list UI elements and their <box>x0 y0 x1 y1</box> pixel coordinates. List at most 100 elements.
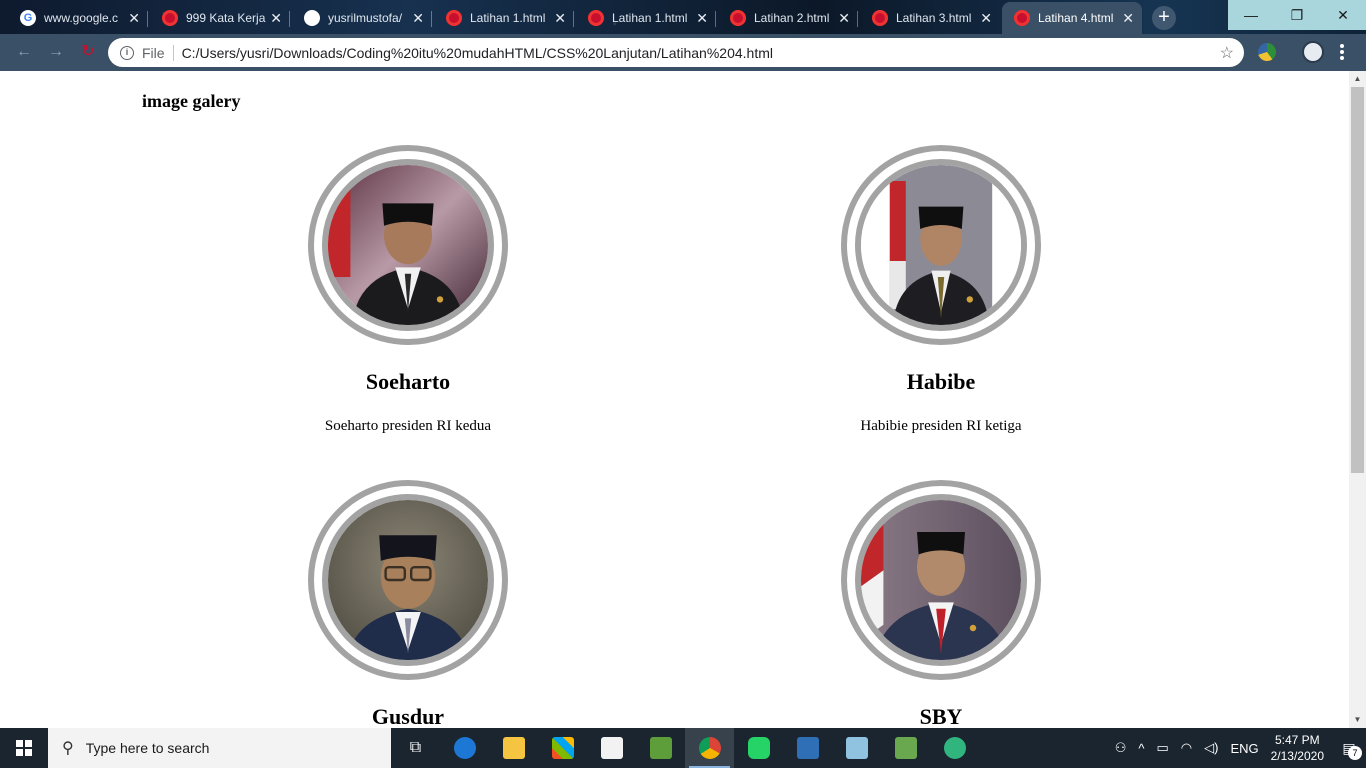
card-name: Habibe <box>906 369 976 394</box>
battery-icon[interactable]: ▭ <box>1156 740 1168 756</box>
scheme-label: File <box>142 44 165 61</box>
info-icon[interactable]: i <box>120 45 134 60</box>
close-icon[interactable]: ✕ <box>554 10 566 27</box>
clock[interactable]: 5:47 PM 2/13/2020 <box>1271 732 1324 764</box>
task-view-button[interactable]: ⧉ <box>391 728 440 768</box>
avatar-ring <box>308 480 508 680</box>
bookmark-star-icon[interactable]: ☆ <box>1220 43 1234 63</box>
tab-strip: G www.google.c ✕ 999 Kata Kerja ✕ yusril… <box>0 0 1366 34</box>
taskbar-search[interactable]: ⚲ Type here to search <box>48 728 391 768</box>
forward-icon[interactable]: → <box>46 42 66 62</box>
browser-tab[interactable]: Latihan 1.html ✕ <box>434 2 574 34</box>
people-icon[interactable]: ⚇ <box>1115 740 1127 756</box>
gallery-card: Soeharto Soeharto presiden RI kedua <box>208 145 608 435</box>
tab-label: Latihan 4.html <box>1038 11 1114 25</box>
close-icon[interactable]: ✕ <box>270 10 282 27</box>
edge-app[interactable] <box>440 728 489 768</box>
red-site-icon <box>162 10 178 26</box>
reload-icon[interactable]: ↻ <box>78 42 98 62</box>
page-viewport: image galery Soeharto Soeharto presiden … <box>0 71 1349 728</box>
close-icon[interactable]: ✕ <box>838 10 850 27</box>
filezilla-app[interactable] <box>783 728 832 768</box>
clock-time: 5:47 PM <box>1274 733 1320 747</box>
minimize-button[interactable]: — <box>1228 0 1274 30</box>
gallery-card: Gusdur <box>208 480 608 728</box>
avatar-ring <box>308 145 508 345</box>
vscode-icon <box>600 737 623 759</box>
greenshot-app[interactable] <box>881 728 930 768</box>
browser-tab-active[interactable]: Latihan 4.html ✕ <box>1002 2 1142 34</box>
tab-label: Latihan 3.html <box>896 11 972 25</box>
close-icon[interactable]: ✕ <box>696 10 708 27</box>
edge-icon <box>453 737 476 759</box>
atom-app[interactable] <box>930 728 979 768</box>
close-icon[interactable]: ✕ <box>412 10 424 27</box>
scroll-thumb[interactable] <box>1351 87 1364 473</box>
github-icon <box>304 10 320 26</box>
notepad-icon <box>649 737 672 759</box>
search-icon: ⚲ <box>62 740 74 757</box>
store-icon <box>551 737 574 759</box>
page-title: image galery <box>142 91 241 111</box>
tab-label: Latihan 1.html <box>470 11 546 25</box>
portrait-photo <box>322 159 494 331</box>
address-bar[interactable]: i File C:/Users/yusri/Downloads/Coding%2… <box>108 38 1244 67</box>
profile-avatar[interactable] <box>1302 41 1324 63</box>
new-tab-button[interactable]: + <box>1152 6 1176 30</box>
notification-badge: 7 <box>1348 746 1362 760</box>
greenshot-icon <box>894 737 917 759</box>
windows-taskbar: ⚲ Type here to search ⧉ ⚇ ^ ▭ ◠ ◁) ENG 5… <box>0 728 1366 768</box>
search-placeholder: Type here to search <box>85 740 210 756</box>
notepad-app[interactable] <box>636 728 685 768</box>
volume-icon[interactable]: ◁) <box>1204 740 1218 756</box>
portrait-photo <box>322 494 494 666</box>
browser-tab[interactable]: 999 Kata Kerja ✕ <box>150 2 290 34</box>
folder-icon <box>502 737 525 759</box>
menu-dots-icon[interactable] <box>1340 44 1344 60</box>
browser-tab[interactable]: Latihan 2.html ✕ <box>718 2 858 34</box>
url-text[interactable]: C:/Users/yusri/Downloads/Coding%20itu%20… <box>182 45 1220 61</box>
card-name: Gusdur <box>371 704 445 728</box>
back-icon[interactable]: ← <box>14 42 34 62</box>
browser-tab[interactable]: Latihan 1.html ✕ <box>576 2 716 34</box>
browser-tab[interactable]: G www.google.c ✕ <box>8 2 148 34</box>
whatsapp-icon <box>747 737 770 759</box>
wifi-icon[interactable]: ◠ <box>1181 740 1192 756</box>
extension-icon[interactable] <box>1258 43 1276 61</box>
close-icon[interactable]: ✕ <box>1122 10 1134 27</box>
file-explorer-app[interactable] <box>489 728 538 768</box>
whatsapp-app[interactable] <box>734 728 783 768</box>
snipping-app[interactable] <box>832 728 881 768</box>
gallery-card: SBY <box>741 480 1141 728</box>
portrait-photo <box>855 494 1027 666</box>
close-icon[interactable]: ✕ <box>980 10 992 27</box>
start-button[interactable] <box>0 728 48 768</box>
chevron-up-icon[interactable]: ^ <box>1138 741 1144 756</box>
portrait-photo <box>855 159 1027 331</box>
system-tray: ⚇ ^ ▭ ◠ ◁) ENG 5:47 PM 2/13/2020 ▤ 7 <box>1109 728 1366 768</box>
red-site-icon <box>588 10 604 26</box>
avatar-ring <box>841 480 1041 680</box>
browser-tab[interactable]: yusrilmustofa/ ✕ <box>292 2 432 34</box>
chrome-icon <box>698 737 721 759</box>
browser-tab[interactable]: Latihan 3.html ✕ <box>860 2 1000 34</box>
card-description: Habibie presiden RI ketiga <box>860 418 1022 434</box>
tab-label: Latihan 2.html <box>754 11 830 25</box>
card-name: Soeharto <box>365 369 451 394</box>
store-app[interactable] <box>538 728 587 768</box>
scroll-down-icon[interactable]: ▼ <box>1349 712 1366 728</box>
chrome-app[interactable] <box>685 728 734 768</box>
action-center-button[interactable]: ▤ 7 <box>1332 728 1366 768</box>
restore-button[interactable]: ❐ <box>1274 0 1320 30</box>
close-window-button[interactable]: ✕ <box>1320 0 1366 30</box>
language-indicator[interactable]: ENG <box>1230 741 1258 756</box>
close-icon[interactable]: ✕ <box>128 10 140 27</box>
vscode-app[interactable] <box>587 728 636 768</box>
atom-icon <box>943 737 966 759</box>
vertical-scrollbar[interactable]: ▲ ▼ <box>1349 71 1366 728</box>
scroll-up-icon[interactable]: ▲ <box>1349 71 1366 87</box>
red-site-icon <box>730 10 746 26</box>
snipping-icon <box>845 737 868 759</box>
card-description: Soeharto presiden RI kedua <box>324 418 492 434</box>
google-icon: G <box>20 10 36 26</box>
